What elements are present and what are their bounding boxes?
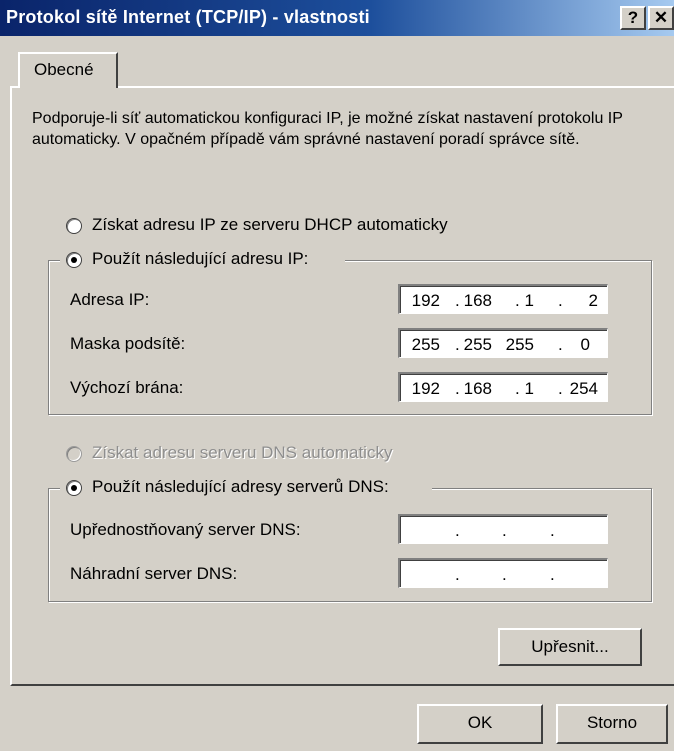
ip-auto-radio[interactable] (66, 218, 82, 234)
mask-octet-2: 255 (463, 335, 492, 354)
advanced-button-label: Upřesnit... (531, 637, 609, 656)
ip-manual-label[interactable]: Použít následující adresu IP: (92, 249, 308, 269)
cancel-button-label: Storno (586, 713, 638, 732)
ip-octet-4: 2 (588, 291, 598, 310)
octet-dot: . (502, 521, 507, 540)
gw-octet-4: 254 (569, 379, 598, 398)
advanced-button[interactable]: Upřesnit... (498, 628, 642, 666)
subnet-mask-field[interactable]: 255 . 255 . 255 . 0 (398, 328, 608, 358)
close-button[interactable]: ✕ (648, 6, 674, 30)
ip-manual-radio[interactable] (66, 252, 82, 268)
tcpip-properties-dialog: Protokol sítě Internet (TCP/IP) - vlastn… (0, 0, 674, 751)
mask-octet-4: 0 (580, 335, 590, 354)
window-title: Protokol sítě Internet (TCP/IP) - vlastn… (6, 7, 370, 27)
dns-manual-label[interactable]: Použít následující adresy serverů DNS: (92, 477, 389, 497)
octet-dot: . (455, 521, 460, 540)
mask-octet-3: 255 (505, 335, 534, 354)
gateway-field[interactable]: 192 . 168 . 1 . 254 (398, 372, 608, 402)
gw-octet-2: 168 (463, 379, 492, 398)
gw-octet-1: 192 (411, 379, 440, 398)
alternate-dns-field[interactable]: . . . (398, 558, 608, 588)
octet-dot: . (550, 521, 555, 540)
tab-general[interactable]: Obecné (18, 52, 118, 88)
gateway-label: Výchozí brána: (70, 378, 184, 397)
octet-dot: . (502, 565, 507, 584)
preferred-dns-field[interactable]: . . . (398, 514, 608, 544)
ip-octet-2: 168 (463, 291, 492, 310)
octet-dot: . (550, 565, 555, 584)
ip-auto-label[interactable]: Získat adresu IP ze serveru DHCP automat… (92, 215, 448, 235)
ip-octet-1: 192 (411, 291, 440, 310)
dns-manual-radio[interactable] (66, 480, 82, 496)
cancel-button[interactable]: Storno (556, 704, 668, 744)
ok-button[interactable]: OK (417, 704, 543, 744)
preferred-dns-label: Upřednostňovaný server DNS: (70, 520, 301, 539)
help-button[interactable]: ? (620, 6, 646, 30)
ip-address-label: Adresa IP: (70, 290, 150, 309)
dns-auto-radio[interactable] (66, 446, 82, 462)
alternate-dns-label: Náhradní server DNS: (70, 564, 238, 583)
ip-address-field[interactable]: 192 . 168 . 1 . 2 (398, 284, 608, 314)
mask-octet-1: 255 (411, 335, 440, 354)
description-text: Podporuje-li síť automatickou konfigurac… (32, 110, 623, 148)
ip-octet-3: 1 (524, 291, 534, 310)
title-bar: Protokol sítě Internet (TCP/IP) - vlastn… (0, 0, 674, 36)
ok-button-label: OK (467, 713, 493, 732)
gw-octet-3: 1 (524, 379, 534, 398)
octet-dot: . (455, 565, 460, 584)
tab-general-label: Obecné (34, 60, 94, 79)
dns-auto-label[interactable]: Získat adresu serveru DNS automaticky (92, 443, 392, 463)
subnet-mask-label: Maska podsítě: (70, 334, 186, 353)
